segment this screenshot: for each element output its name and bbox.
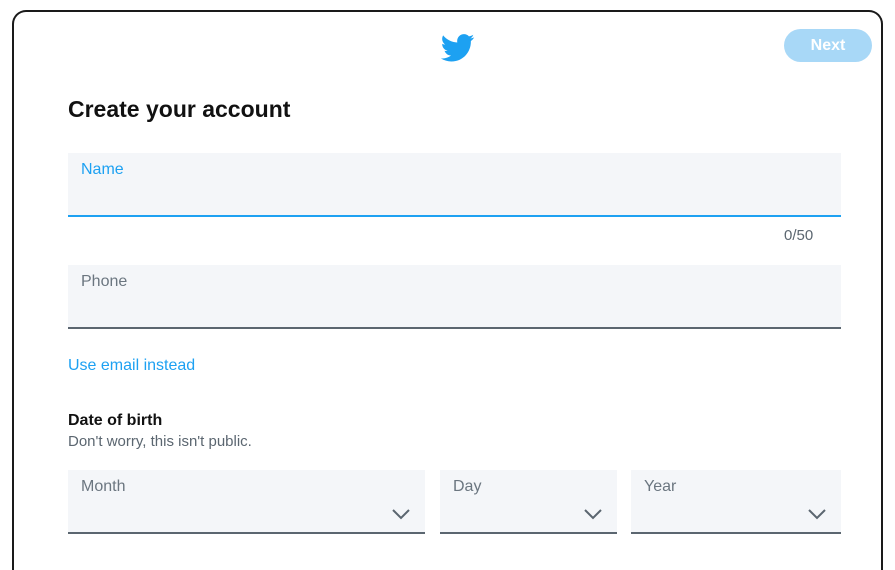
month-select-label: Month — [81, 478, 126, 495]
chevron-down-icon — [584, 509, 602, 520]
name-character-counter: 0/50 — [784, 227, 814, 244]
dob-title: Date of birth — [68, 412, 163, 429]
day-select[interactable]: Day — [440, 470, 617, 534]
year-select-label: Year — [644, 478, 677, 495]
dob-subtitle: Don't worry, this isn't public. — [68, 433, 252, 450]
next-button[interactable]: Next — [784, 29, 872, 62]
month-select[interactable]: Month — [68, 470, 425, 534]
name-field-label: Name — [81, 161, 124, 178]
twitter-bird-icon — [441, 34, 475, 62]
phone-field-label: Phone — [81, 273, 128, 290]
chevron-down-icon — [808, 509, 826, 520]
phone-field[interactable]: Phone — [68, 265, 841, 329]
signup-modal: Next Create your account Name 0/50 Phone… — [12, 10, 883, 570]
year-select[interactable]: Year — [631, 470, 841, 534]
day-select-label: Day — [453, 478, 482, 495]
use-email-link[interactable]: Use email instead — [68, 357, 195, 375]
chevron-down-icon — [392, 509, 410, 520]
name-field[interactable]: Name — [68, 153, 841, 217]
page-title: Create your account — [68, 96, 291, 122]
